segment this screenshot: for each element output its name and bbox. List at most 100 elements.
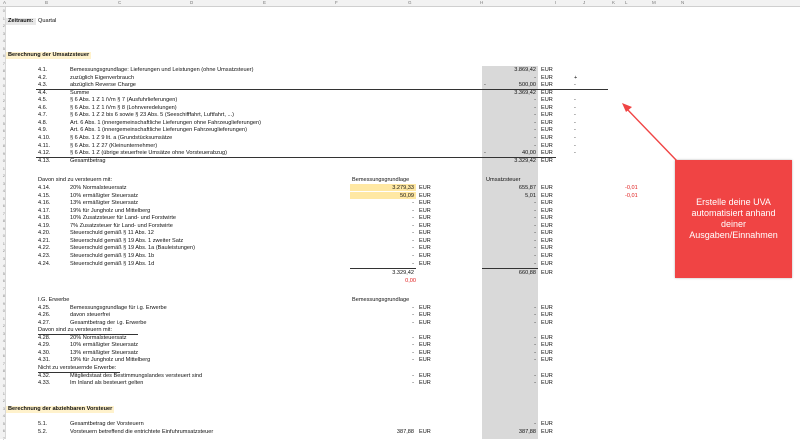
row-number[interactable]: 5 — [0, 345, 5, 352]
row-base[interactable]: - — [354, 312, 414, 319]
row-tax[interactable]: - — [476, 320, 536, 327]
row-tax[interactable]: - — [476, 230, 536, 237]
row-number[interactable]: 8 — [0, 292, 5, 299]
row-number[interactable]: 9 — [0, 150, 5, 157]
row-number[interactable]: 1 — [0, 390, 5, 397]
row-tax[interactable]: - — [476, 350, 536, 357]
row-number[interactable]: 5 — [0, 45, 5, 52]
row-number[interactable]: 1 — [0, 240, 5, 247]
row-base[interactable]: - — [354, 253, 414, 260]
row-tax[interactable]: - — [476, 238, 536, 245]
row-value[interactable]: - — [476, 143, 536, 150]
row-tax[interactable]: - — [476, 223, 536, 230]
row-number[interactable]: 7 — [0, 210, 5, 217]
row-number[interactable]: 0 — [0, 157, 5, 164]
row-number[interactable]: 7 — [0, 60, 5, 67]
row-tax[interactable]: 5,01 — [476, 193, 536, 200]
row-number[interactable]: 6 — [0, 277, 5, 284]
row-number[interactable]: 4 — [0, 187, 5, 194]
row-number[interactable]: 1 — [0, 315, 5, 322]
row-number[interactable]: 0 — [0, 7, 5, 14]
column-letter-C[interactable]: C — [118, 0, 121, 5]
row-value[interactable]: - — [476, 105, 536, 112]
row-number[interactable]: 0 — [0, 232, 5, 239]
row-number[interactable]: 7 — [0, 285, 5, 292]
row-number[interactable]: 9 — [0, 75, 5, 82]
row-number[interactable]: 4 — [0, 337, 5, 344]
row-tax[interactable]: 655,87 — [476, 185, 536, 192]
row-number[interactable]: 4 — [0, 37, 5, 44]
row-number[interactable]: 3 — [0, 105, 5, 112]
spreadsheet[interactable]: ABCDEFGHIJKLMN 0123456789012345678901234… — [0, 0, 800, 442]
column-letter-F[interactable]: F — [335, 0, 338, 5]
row-value[interactable]: - — [476, 120, 536, 127]
column-letter-E[interactable]: E — [263, 0, 266, 5]
row-tax[interactable]: - — [476, 357, 536, 364]
row-number[interactable]: 9 — [0, 375, 5, 382]
zeitraum-value[interactable]: Quartal — [38, 18, 56, 25]
row-tax[interactable]: - — [476, 253, 536, 260]
row-number[interactable]: 4 — [0, 412, 5, 419]
row-base[interactable]: - — [354, 245, 414, 252]
row-number[interactable]: 7 — [0, 135, 5, 142]
row-number[interactable]: 6 — [0, 352, 5, 359]
row-number[interactable]: 6 — [0, 427, 5, 434]
row-number[interactable]: 8 — [0, 217, 5, 224]
row-tax[interactable]: - — [476, 335, 536, 342]
row-tax[interactable]: - — [476, 200, 536, 207]
row-value[interactable]: 3.329,42 — [476, 158, 536, 165]
row-base[interactable]: 3.279,33 — [354, 185, 414, 192]
row-number[interactable]: 1 — [0, 165, 5, 172]
column-letter-K[interactable]: K — [612, 0, 615, 5]
row-tax[interactable]: 387,88 — [476, 429, 536, 436]
column-letter-G[interactable]: G — [408, 0, 412, 5]
row-number[interactable]: 6 — [0, 127, 5, 134]
row-number[interactable]: 3 — [0, 330, 5, 337]
row-base[interactable]: - — [354, 335, 414, 342]
row-number[interactable]: 2 — [0, 172, 5, 179]
column-letter-M[interactable]: M — [652, 0, 656, 5]
row-number[interactable]: 2 — [0, 247, 5, 254]
row-value[interactable]: - — [476, 135, 536, 142]
row-base[interactable]: - — [354, 200, 414, 207]
row-number[interactable]: 0 — [0, 307, 5, 314]
row-value[interactable]: 3.869,42 — [476, 67, 536, 74]
row-number[interactable]: 3 — [0, 405, 5, 412]
row-base[interactable]: - — [354, 305, 414, 312]
row-value[interactable]: - — [476, 112, 536, 119]
row-number[interactable]: 0 — [0, 82, 5, 89]
row-number[interactable]: 9 — [0, 225, 5, 232]
row-number[interactable]: 7 — [0, 360, 5, 367]
column-letter-H[interactable]: H — [480, 0, 483, 5]
row-number[interactable]: 5 — [0, 195, 5, 202]
row-base[interactable]: - — [354, 238, 414, 245]
row-number[interactable]: 0 — [0, 382, 5, 389]
row-value[interactable]: - — [476, 97, 536, 104]
row-base[interactable]: 387,88 — [354, 429, 414, 436]
row-base[interactable]: - — [354, 350, 414, 357]
row-tax[interactable]: - — [476, 245, 536, 252]
row-number[interactable]: 5 — [0, 270, 5, 277]
row-number[interactable]: 9 — [0, 300, 5, 307]
row-tax[interactable]: - — [476, 208, 536, 215]
column-letter-N[interactable]: N — [681, 0, 684, 5]
row-number[interactable]: 7 — [0, 435, 5, 442]
row-base[interactable]: - — [354, 342, 414, 349]
row-number[interactable]: 2 — [0, 97, 5, 104]
row-tax[interactable]: - — [476, 305, 536, 312]
row-base[interactable]: - — [354, 357, 414, 364]
row-number[interactable]: 2 — [0, 397, 5, 404]
row-number[interactable]: 2 — [0, 322, 5, 329]
row-number[interactable]: 3 — [0, 180, 5, 187]
column-letter-A[interactable]: A — [3, 0, 6, 5]
row-number[interactable]: 4 — [0, 112, 5, 119]
row-base[interactable]: - — [354, 215, 414, 222]
row-base[interactable]: - — [354, 373, 414, 380]
column-letter-I[interactable]: I — [555, 0, 556, 5]
row-number[interactable]: 5 — [0, 120, 5, 127]
row-tax[interactable]: - — [476, 312, 536, 319]
row-tax[interactable]: - — [476, 421, 536, 428]
column-letter-L[interactable]: L — [625, 0, 628, 5]
row-value[interactable]: - — [476, 127, 536, 134]
column-letter-J[interactable]: J — [583, 0, 585, 5]
